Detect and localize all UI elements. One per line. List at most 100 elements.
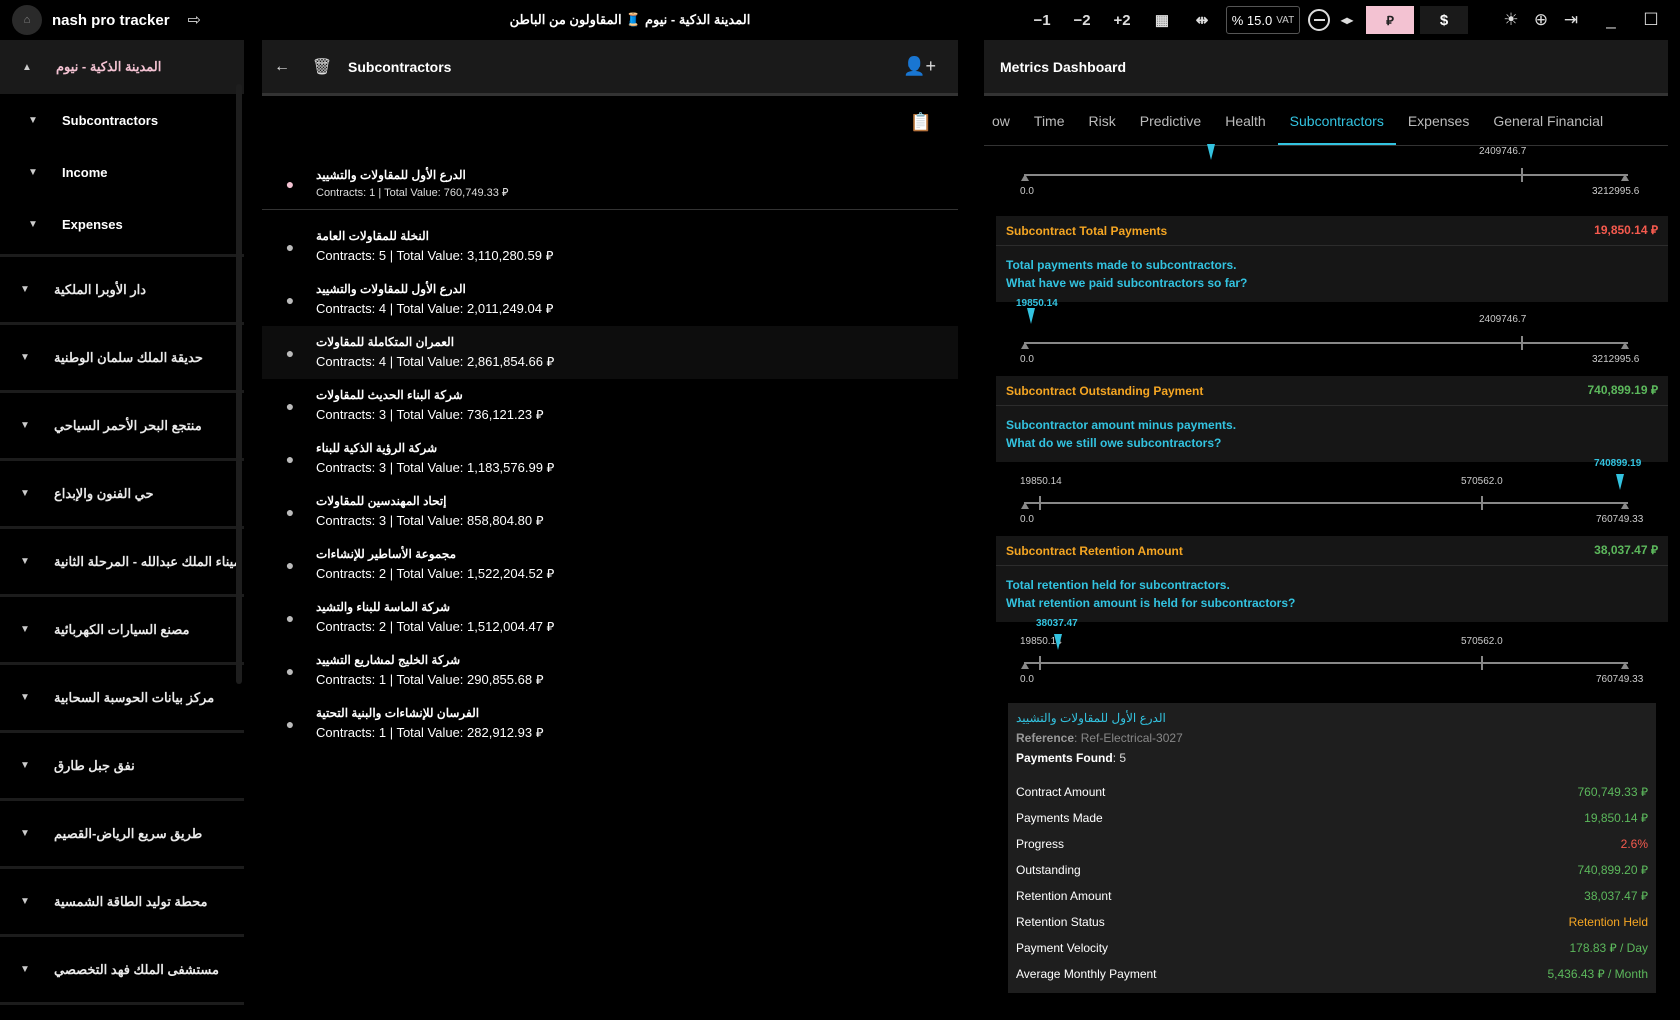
- chevron-down-icon: ▼: [20, 896, 30, 907]
- vat-field[interactable]: % 15.0 VAT: [1226, 6, 1300, 34]
- subcontractor-detail-card: الدرع الأول للمقاولات والتشييد Reference…: [1008, 703, 1656, 993]
- tab-time[interactable]: Time: [1022, 113, 1077, 145]
- subcontractor-name: مجموعة الأساطير للإنشاءات: [316, 547, 457, 561]
- currency-usd-button[interactable]: $: [1420, 6, 1468, 34]
- scale-min-label: 0.0: [1020, 514, 1034, 525]
- list-item[interactable]: ● الدرع الأول للمقاولات والتشييد Contracts…: [262, 273, 958, 326]
- panel-title: Subcontractors: [348, 58, 452, 75]
- row-label: Retention Status: [1016, 915, 1105, 929]
- table-row: Progress 2.6%: [1016, 831, 1648, 857]
- increase-2-button[interactable]: +2: [1102, 12, 1142, 29]
- sidebar-project[interactable]: ▼ ميناء الملك عبدالله - المرحلة الثانية: [0, 529, 244, 597]
- sidebar-project-active[interactable]: ▲ المدينة الذكية - نيوم: [0, 40, 244, 94]
- tab-overview[interactable]: ow: [984, 113, 1022, 145]
- reference-label: Reference: [1016, 731, 1075, 745]
- sidebar-project[interactable]: ▼ حديقة الملك سلمان الوطنية: [0, 325, 244, 393]
- chevron-down-icon: ▼: [28, 166, 38, 178]
- chevron-down-icon: ▼: [20, 488, 30, 499]
- arrows-icon[interactable]: ◂▸: [1334, 13, 1360, 27]
- card-title: Subcontract Total Payments: [1006, 223, 1168, 238]
- subcontractor-meta: Contracts: 3 | Total Value: 1,183,576.99…: [316, 460, 555, 475]
- decrease-2-button[interactable]: −2: [1062, 12, 1102, 29]
- currency-sar-button[interactable]: ⃁: [1366, 6, 1414, 34]
- brightness-icon[interactable]: ☀: [1496, 10, 1526, 30]
- scale-marker: [1054, 634, 1062, 650]
- sidebar-project[interactable]: ▼ دار الأوبرا الملكية: [0, 257, 244, 325]
- chevron-up-icon: ▲: [22, 61, 32, 73]
- metric-card-total-payments: Subcontract Total Payments 19,850.14 ⃁ To…: [996, 216, 1668, 302]
- tab-predictive[interactable]: Predictive: [1128, 113, 1213, 145]
- range-scale: 38037.47 19850.14 570562.0 0.0 760749.33: [1020, 618, 1643, 685]
- scale-marker: [1616, 474, 1624, 490]
- scale-max-label: 3212995.6: [1592, 354, 1640, 365]
- list-item[interactable]: ● النخلة للمقاولات العامة Contracts: 5 | T…: [262, 220, 958, 273]
- project-label: حديقة الملك سلمان الوطنية: [54, 349, 203, 365]
- list-item[interactable]: ● شركة الرؤية الذكية للبناء Contracts: 3 |…: [262, 432, 958, 485]
- sidebar-project[interactable]: ▼ طريق سريع الرياض-القصيم: [0, 801, 244, 869]
- align-icon[interactable]: ⇹: [1182, 11, 1222, 29]
- project-label: حي الفنون والإبداع: [54, 485, 154, 501]
- project-label: نفق جبل طارق: [54, 757, 135, 773]
- sidebar-project[interactable]: ▼ نفق جبل طارق: [0, 733, 244, 801]
- list-item[interactable]: ● العمران المتكاملة للمقاولات Contracts: 4…: [262, 326, 958, 379]
- sidebar-item-expenses[interactable]: ▼ Expenses: [0, 198, 244, 250]
- sidebar-project[interactable]: ▼ حي الفنون والإبداع: [0, 461, 244, 529]
- row-label: Average Monthly Payment: [1016, 967, 1157, 981]
- card-question: What do we still owe subcontractors?: [1006, 436, 1222, 450]
- chevron-down-icon: ▼: [20, 420, 30, 431]
- project-sidebar: ▲ المدينة الذكية - نيوم ▼ Subcontractors…: [0, 40, 244, 1020]
- row-value: 2.6%: [1620, 837, 1648, 851]
- row-value: 19,850.14 ⃁: [1584, 810, 1648, 825]
- tab-health[interactable]: Health: [1213, 113, 1277, 145]
- clipboard-check-icon[interactable]: 📋: [910, 112, 932, 133]
- list-item[interactable]: ● الفرسان للإنشاءات والبنية التحتية Contra…: [262, 697, 958, 750]
- decrease-1-button[interactable]: −1: [1022, 12, 1062, 29]
- sidebar-project[interactable]: ▼ مستشفى الملك فهد التخصصي: [0, 937, 244, 1005]
- scale-tick: [1021, 174, 1029, 181]
- tab-general-financial[interactable]: General Financial: [1481, 113, 1615, 145]
- list-item[interactable]: ● شركة البناء الحديث للمقاولات Contracts: …: [262, 379, 958, 432]
- card-title: Subcontract Retention Amount: [1006, 543, 1183, 558]
- list-item[interactable]: ● شركة الخليج لمشاريع التشييد Contracts: 1…: [262, 644, 958, 697]
- trash-icon[interactable]: 🗑: [302, 57, 342, 77]
- row-label: Contract Amount: [1016, 785, 1106, 799]
- card-value: 19,850.14 ⃁: [1594, 223, 1658, 237]
- range-scale: 2409746.7 0.0 3212995.6: [1020, 144, 1639, 197]
- add-person-icon[interactable]: 👤+: [903, 56, 936, 77]
- sidebar-item-label: Expenses: [62, 216, 123, 232]
- scale-marker: [1027, 308, 1035, 324]
- maximize-icon[interactable]: ☐: [1636, 10, 1666, 30]
- remove-circle-icon[interactable]: [1308, 9, 1330, 31]
- metrics-tabs: ow Time Risk Predictive Health Subcontra…: [984, 96, 1668, 146]
- sidebar-project[interactable]: ▼ مركز بيانات الحوسبة السحابية: [0, 665, 244, 733]
- grid-icon[interactable]: ▦: [1142, 11, 1182, 29]
- chevron-down-icon: ▼: [20, 828, 30, 839]
- subcontractor-name: إتحاد المهندسين للمقاولات: [316, 494, 447, 508]
- list-item[interactable]: ● إتحاد المهندسين للمقاولات Contracts: 3 |…: [262, 485, 958, 538]
- selected-subcontractor[interactable]: ● الدرع الأول للمقاولات والتشييد Contrac…: [262, 158, 958, 210]
- sidebar-project[interactable]: ▼ منتجع البحر الأحمر السياحي: [0, 393, 244, 461]
- sidebar-item-income[interactable]: ▼ Income: [0, 146, 244, 198]
- scale-min-label: 0.0: [1020, 354, 1034, 365]
- table-row: Payments Made 19,850.14 ⃁: [1016, 805, 1648, 831]
- minimize-icon[interactable]: _: [1596, 10, 1626, 30]
- tab-expenses[interactable]: Expenses: [1396, 113, 1481, 145]
- list-item[interactable]: ● مجموعة الأساطير للإنشاءات Contracts: 2 |…: [262, 538, 958, 591]
- logout-icon[interactable]: ⇥: [1556, 10, 1586, 30]
- sidebar-project[interactable]: ▼ محطة توليد الطاقة الشمسية: [0, 869, 244, 937]
- scale-min-label: 0.0: [1020, 674, 1034, 685]
- row-value: 5,436.43 ⃁ / Month: [1547, 966, 1648, 981]
- list-item[interactable]: ● شركة الماسة للبناء والتشيد Contracts: 2 …: [262, 591, 958, 644]
- scale-marker: [1207, 144, 1215, 160]
- tab-subcontractors[interactable]: Subcontractors: [1277, 113, 1396, 145]
- person-icon: ●: [285, 175, 295, 192]
- tab-risk[interactable]: Risk: [1077, 113, 1128, 145]
- scale-tick: [1621, 662, 1629, 669]
- sidebar-item-subcontractors[interactable]: ▼ Subcontractors: [0, 94, 244, 146]
- card-value: 38,037.47 ⃁: [1594, 543, 1658, 557]
- chevron-down-icon: ▼: [20, 352, 30, 363]
- sidebar-project[interactable]: ▼ مصنع السيارات الكهربائية: [0, 597, 244, 665]
- back-arrow-icon[interactable]: ←: [262, 58, 302, 76]
- language-icon[interactable]: ⊕: [1526, 10, 1556, 30]
- sidebar-scrollbar[interactable]: [236, 84, 242, 684]
